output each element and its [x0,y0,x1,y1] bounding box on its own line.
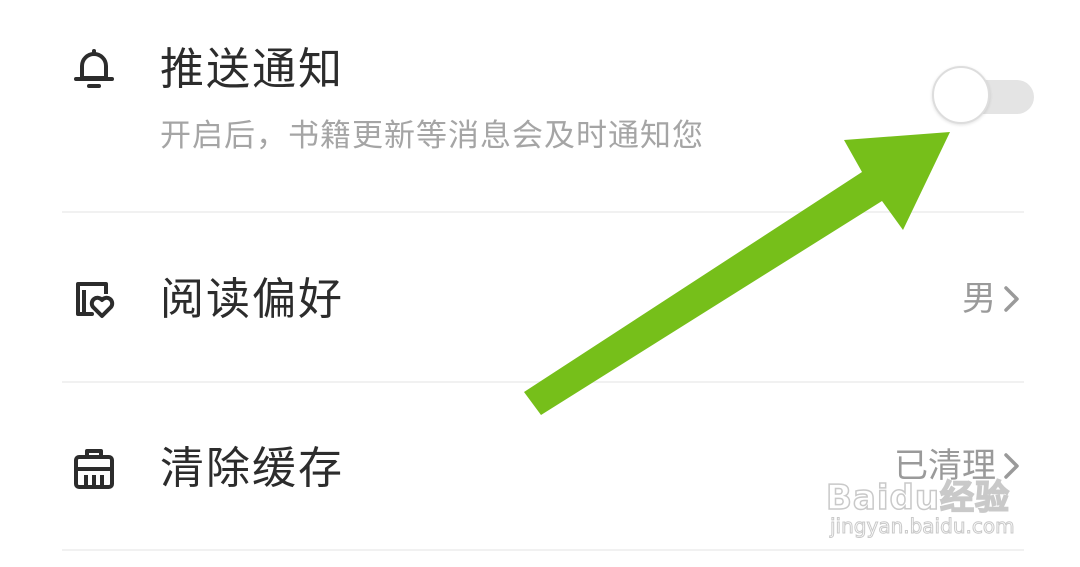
broom-icon [68,443,120,495]
watermark-url: jingyan.baidu.com [830,514,1016,539]
clear-cache-title: 清除缓存 [160,443,344,494]
watermark-brand: Baidu经验 [825,477,1011,519]
bell-icon [68,42,120,94]
reading-preference-title: 阅读偏好 [160,274,344,325]
reading-preference-row[interactable]: 阅读偏好 男 [0,213,1080,381]
push-notification-toggle[interactable] [930,66,1036,126]
push-notification-title: 推送通知 [160,44,344,95]
toggle-knob [932,66,990,124]
book-heart-icon [68,274,120,326]
baidu-watermark: Baidu经验 jingyan.baidu.com [825,470,1026,550]
push-notification-description: 开启后，书籍更新等消息会及时通知您 [160,118,704,154]
reading-preference-value: 男 [962,279,996,319]
push-notification-row: 推送通知 开启后，书籍更新等消息会及时通知您 [0,0,1080,212]
chevron-right-icon [1002,284,1022,314]
